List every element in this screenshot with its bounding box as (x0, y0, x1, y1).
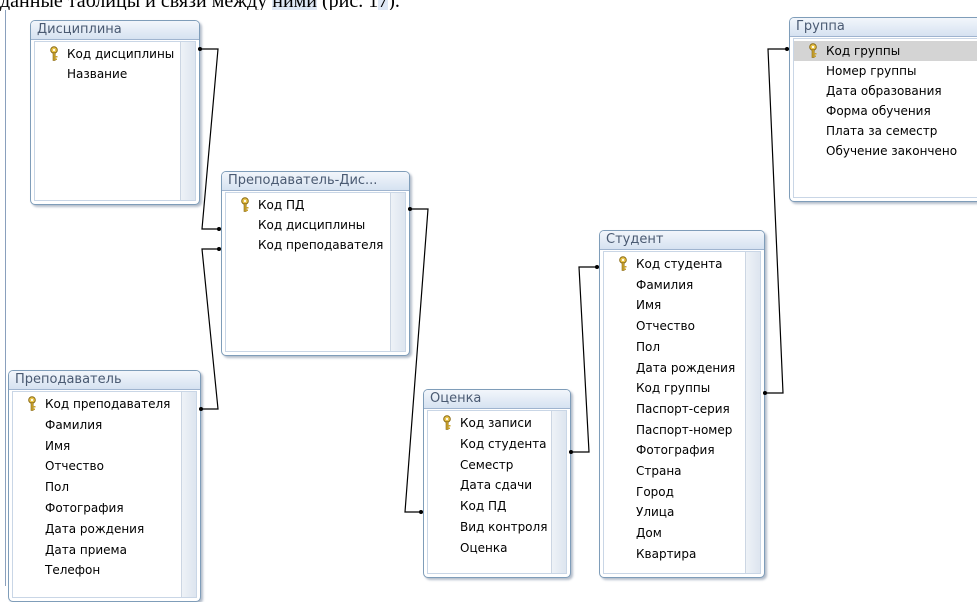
link-student-gruppa (763, 48, 789, 394)
link-end-dot (217, 227, 221, 231)
relationship-lines (198, 47, 789, 514)
link-end-dot (408, 207, 412, 211)
link-end-dot (595, 265, 599, 269)
link-prepdisc-ocenka (404, 208, 429, 513)
link-disciplina-prepdisc (198, 48, 221, 230)
link-end-dot (569, 450, 573, 454)
link-end-dot (785, 47, 789, 51)
link-end-dot (763, 391, 767, 395)
link-end-dot (217, 247, 221, 251)
link-ocenka-student (569, 266, 599, 453)
link-end-dot (419, 510, 423, 514)
link-end-dot (199, 407, 203, 411)
link-prepodavatel-prepdisc (199, 248, 221, 410)
link-end-dot (198, 47, 202, 51)
